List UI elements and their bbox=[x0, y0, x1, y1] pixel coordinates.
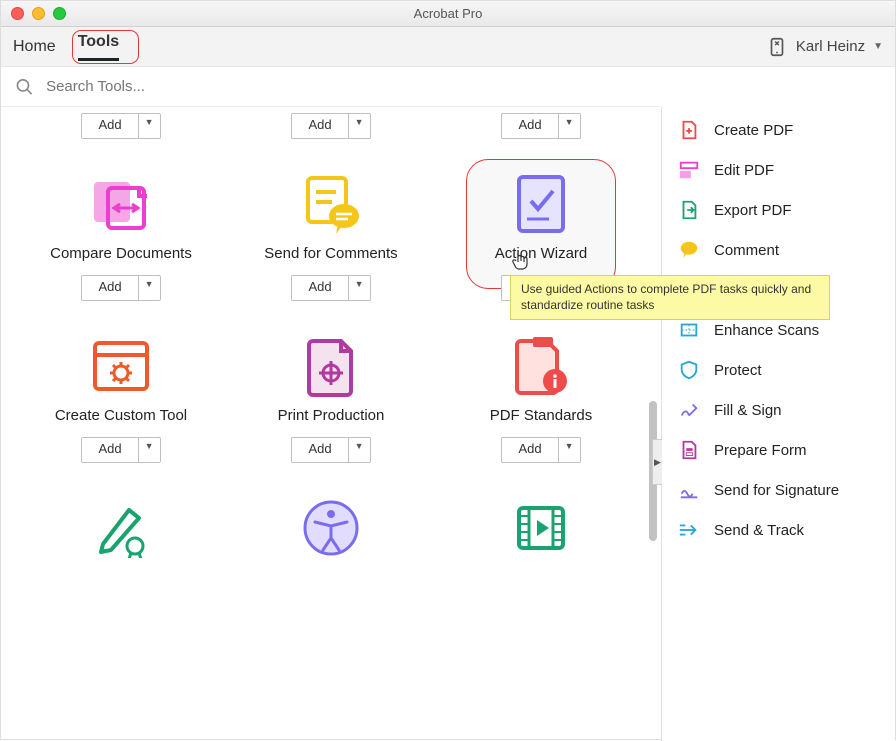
search-icon bbox=[15, 77, 34, 97]
compare-documents-icon bbox=[86, 174, 156, 234]
tool-label: Compare Documents bbox=[50, 245, 192, 265]
tool-item[interactable] bbox=[21, 493, 221, 569]
sidebar-label: Prepare Form bbox=[714, 442, 807, 459]
add-button[interactable]: Add▼ bbox=[291, 113, 370, 139]
tool-label: Print Production bbox=[278, 407, 385, 427]
sidebar-item-fill-sign[interactable]: Fill & Sign bbox=[678, 399, 879, 421]
sidebar-item-create-pdf[interactable]: Create PDF bbox=[678, 119, 879, 141]
sidebar-item-send-signature[interactable]: Send for Signature bbox=[678, 479, 879, 501]
tool-compare-documents[interactable]: Compare Documents Add▼ bbox=[21, 169, 221, 301]
create-pdf-icon bbox=[678, 119, 700, 141]
custom-tool-icon bbox=[89, 337, 153, 395]
tool-label: PDF Standards bbox=[490, 407, 593, 427]
tools-grid-panel: Add▼ Add▼ Add▼ C bbox=[1, 107, 661, 741]
pointer-cursor-icon bbox=[512, 252, 530, 272]
chevron-down-icon: ▼ bbox=[139, 438, 160, 462]
sidebar-item-send-track[interactable]: Send & Track bbox=[678, 519, 879, 541]
tool-item[interactable] bbox=[441, 493, 641, 569]
tab-tools[interactable]: Tools bbox=[78, 33, 119, 61]
tool-print-production[interactable]: Print Production Add▼ bbox=[231, 331, 431, 463]
tool-item: Add▼ bbox=[441, 107, 641, 139]
add-button[interactable]: Add▼ bbox=[501, 437, 580, 463]
add-button[interactable]: Add▼ bbox=[81, 113, 160, 139]
sidebar-label: Fill & Sign bbox=[714, 402, 782, 419]
comment-icon bbox=[678, 239, 700, 261]
send-comments-icon bbox=[296, 172, 366, 236]
send-track-icon bbox=[678, 519, 700, 541]
tool-item[interactable] bbox=[231, 493, 431, 569]
action-wizard-icon bbox=[513, 171, 569, 237]
prepare-form-icon bbox=[678, 439, 700, 461]
panel-collapse-handle[interactable]: ▶ bbox=[652, 439, 662, 485]
accessibility-icon bbox=[301, 498, 361, 558]
sidebar-label: Edit PDF bbox=[714, 162, 774, 179]
export-pdf-icon bbox=[678, 199, 700, 221]
add-button[interactable]: Add▼ bbox=[81, 275, 160, 301]
enhance-scans-icon bbox=[678, 319, 700, 341]
tool-send-for-comments[interactable]: Send for Comments Add▼ bbox=[231, 169, 431, 301]
sidebar-item-export-pdf[interactable]: Export PDF bbox=[678, 199, 879, 221]
add-button[interactable]: Add▼ bbox=[291, 275, 370, 301]
chevron-down-icon: ▼ bbox=[559, 114, 580, 138]
window-maximize-button[interactable] bbox=[53, 7, 66, 20]
chevron-down-icon: ▼ bbox=[349, 114, 370, 138]
sidebar-item-enhance-scans[interactable]: Enhance Scans bbox=[678, 319, 879, 341]
user-name: Karl Heinz bbox=[796, 38, 865, 55]
sidebar-label: Protect bbox=[714, 362, 762, 379]
mobile-device-icon bbox=[766, 36, 788, 58]
send-signature-icon bbox=[678, 479, 700, 501]
window-title: Acrobat Pro bbox=[414, 6, 483, 21]
tool-label: Create Custom Tool bbox=[55, 407, 187, 427]
tool-create-custom-tool[interactable]: Create Custom Tool Add▼ bbox=[21, 331, 221, 463]
sidebar-label: Enhance Scans bbox=[714, 322, 819, 339]
add-button[interactable]: Add▼ bbox=[501, 113, 580, 139]
tool-pdf-standards[interactable]: PDF Standards Add▼ bbox=[441, 331, 641, 463]
sidebar-label: Create PDF bbox=[714, 122, 793, 139]
user-menu[interactable]: Karl Heinz ▼ bbox=[766, 36, 883, 58]
tool-label: Action Wizard bbox=[495, 245, 588, 265]
sidebar-label: Export PDF bbox=[714, 202, 792, 219]
top-tabbar: Home Tools Karl Heinz ▼ bbox=[1, 27, 895, 67]
shield-icon bbox=[678, 359, 700, 381]
search-bar[interactable] bbox=[1, 67, 661, 107]
sidebar-item-edit-pdf[interactable]: Edit PDF bbox=[678, 159, 879, 181]
sidebar-item-comment[interactable]: Comment bbox=[678, 239, 879, 261]
tool-item: Add▼ bbox=[21, 107, 221, 139]
add-button[interactable]: Add▼ bbox=[291, 437, 370, 463]
pdf-standards-icon bbox=[511, 335, 571, 397]
sidebar-item-protect[interactable]: Protect bbox=[678, 359, 879, 381]
sidebar-label: Send for Signature bbox=[714, 482, 839, 499]
sidebar-label: Send & Track bbox=[714, 522, 804, 539]
window-minimize-button[interactable] bbox=[32, 7, 45, 20]
chevron-down-icon: ▼ bbox=[139, 276, 160, 300]
action-wizard-tooltip: Use guided Actions to complete PDF tasks… bbox=[510, 275, 830, 320]
search-input[interactable] bbox=[44, 77, 647, 96]
add-button[interactable]: Add▼ bbox=[81, 437, 160, 463]
edit-pdf-icon bbox=[678, 159, 700, 181]
window-titlebar: Acrobat Pro bbox=[1, 1, 895, 27]
chevron-down-icon: ▼ bbox=[349, 276, 370, 300]
chevron-down-icon: ▼ bbox=[349, 438, 370, 462]
fill-sign-icon bbox=[678, 399, 700, 421]
tool-item: Add▼ bbox=[231, 107, 431, 139]
print-production-icon bbox=[305, 335, 357, 397]
sidebar-label: Comment bbox=[714, 242, 779, 259]
tab-home[interactable]: Home bbox=[13, 38, 56, 56]
rich-media-icon bbox=[513, 500, 569, 556]
tool-label: Send for Comments bbox=[264, 245, 397, 265]
sidebar-item-prepare-form[interactable]: Prepare Form bbox=[678, 439, 879, 461]
chevron-down-icon: ▼ bbox=[873, 41, 883, 52]
certificates-icon bbox=[91, 498, 151, 558]
window-close-button[interactable] bbox=[11, 7, 24, 20]
right-shortcuts-panel: ▶ Create PDF Edit PDF Export PDF Comment… bbox=[661, 107, 895, 741]
chevron-down-icon: ▼ bbox=[139, 114, 160, 138]
chevron-down-icon: ▼ bbox=[559, 438, 580, 462]
